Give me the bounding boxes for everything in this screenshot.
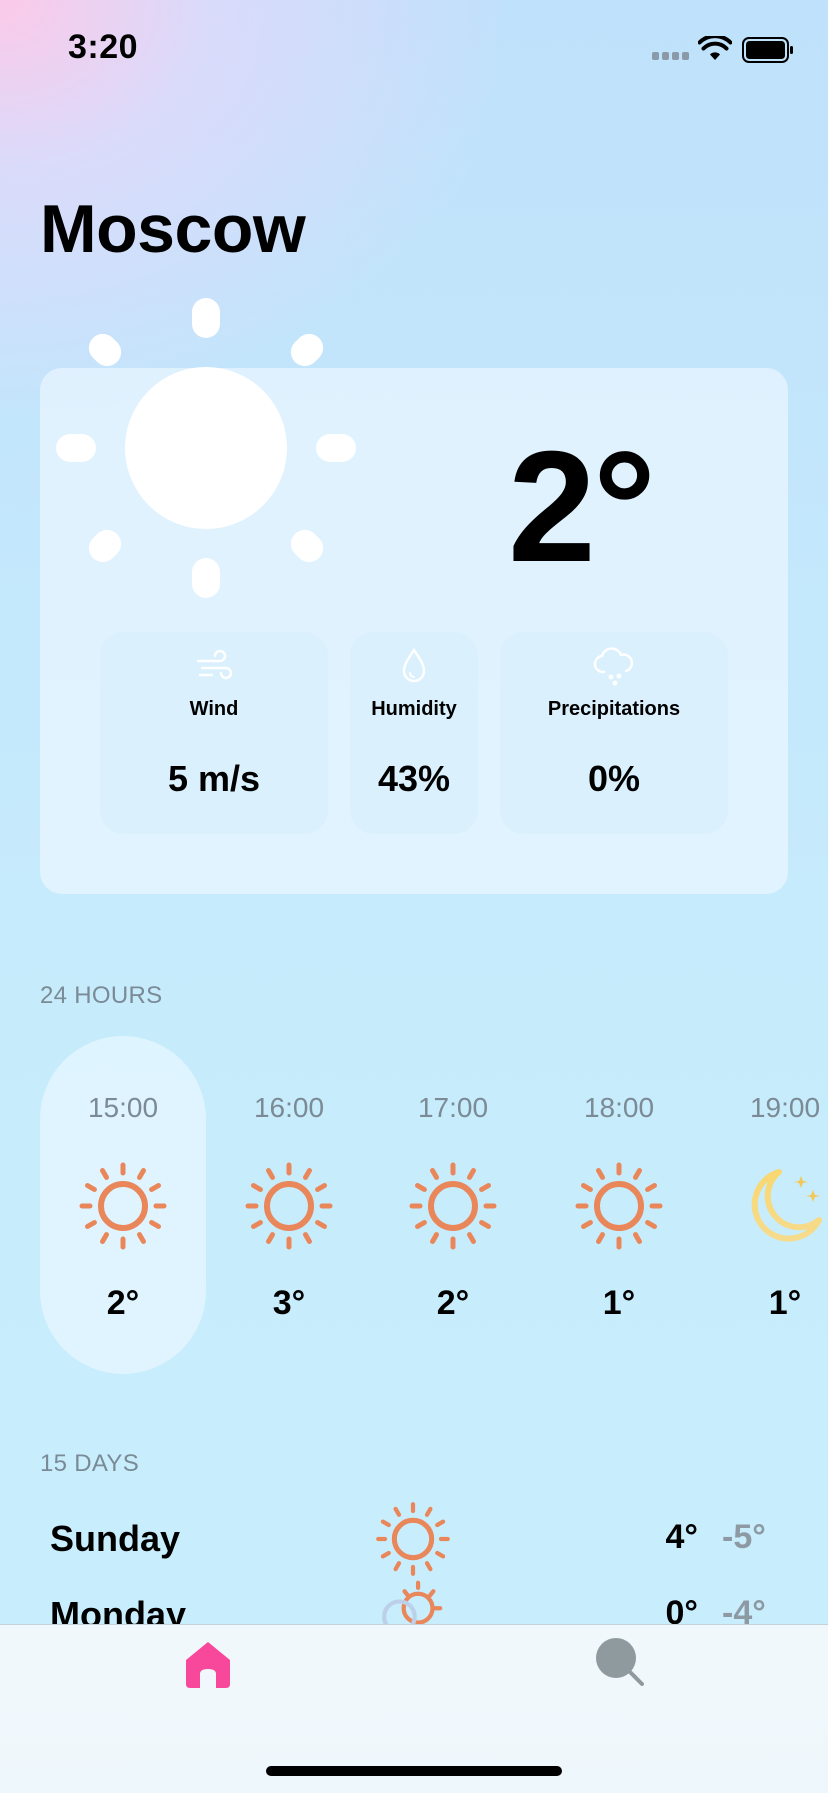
sun-icon (56, 298, 356, 598)
hour-item[interactable]: 15:00 2° (40, 1036, 206, 1374)
hour-temp: 1° (602, 1284, 636, 1322)
precipitation-stat-card: Precipitations 0% (500, 632, 728, 834)
daily-section-title: 15 DAYS (40, 1450, 140, 1477)
sun-icon (575, 1162, 663, 1250)
cellular-signal-icon (652, 52, 692, 60)
day-row[interactable]: Sunday 4° -5° (0, 1498, 828, 1578)
hour-temp: 3° (272, 1284, 306, 1322)
hour-time: 16:00 (253, 1092, 325, 1123)
hour-item[interactable]: 17:00 2° (370, 1036, 536, 1374)
hour-time: 15:00 (87, 1092, 159, 1123)
hour-time: 19:00 (749, 1092, 821, 1123)
humidity-label: Humidity (371, 698, 457, 720)
current-temperature: 2° (508, 419, 656, 595)
droplet-icon (402, 647, 426, 683)
moon-stars-icon (751, 1169, 822, 1242)
hourly-section-title: 24 HOURS (40, 982, 163, 1009)
day-name: Sunday (50, 1518, 181, 1559)
hour-time: 17:00 (417, 1092, 489, 1123)
hour-item[interactable]: 16:00 3° (206, 1036, 372, 1374)
sun-icon (376, 1502, 450, 1576)
wind-stat-card: Wind 5 m/s (100, 632, 328, 834)
precipitation-value: 0% (587, 758, 641, 799)
home-icon[interactable] (180, 1636, 236, 1692)
day-low-temp: -5° (722, 1518, 766, 1556)
humidity-stat-card: Humidity 43% (350, 632, 478, 834)
humidity-value: 43% (377, 758, 451, 799)
search-icon[interactable] (594, 1636, 646, 1688)
hour-temp: 2° (436, 1284, 470, 1322)
sun-icon (79, 1162, 167, 1250)
home-indicator (266, 1766, 562, 1776)
cloud-rain-icon (593, 647, 634, 686)
battery-icon (742, 37, 793, 63)
hour-item[interactable]: 19:00 1° (702, 1036, 828, 1374)
hour-time: 18:00 (583, 1092, 655, 1123)
status-time: 3:20 (68, 28, 139, 66)
wind-label: Wind (189, 698, 239, 720)
sun-icon (245, 1162, 333, 1250)
wifi-icon (698, 36, 732, 60)
wind-icon (196, 649, 233, 680)
city-title: Moscow (40, 191, 306, 267)
precipitation-label: Precipitations (547, 698, 681, 720)
sun-icon (409, 1162, 497, 1250)
hour-temp: 2° (106, 1284, 140, 1322)
wind-value: 5 m/s (167, 758, 261, 799)
hour-item[interactable]: 18:00 1° (536, 1036, 702, 1374)
day-high-temp: 4° (665, 1518, 698, 1556)
hour-temp: 1° (768, 1284, 802, 1322)
